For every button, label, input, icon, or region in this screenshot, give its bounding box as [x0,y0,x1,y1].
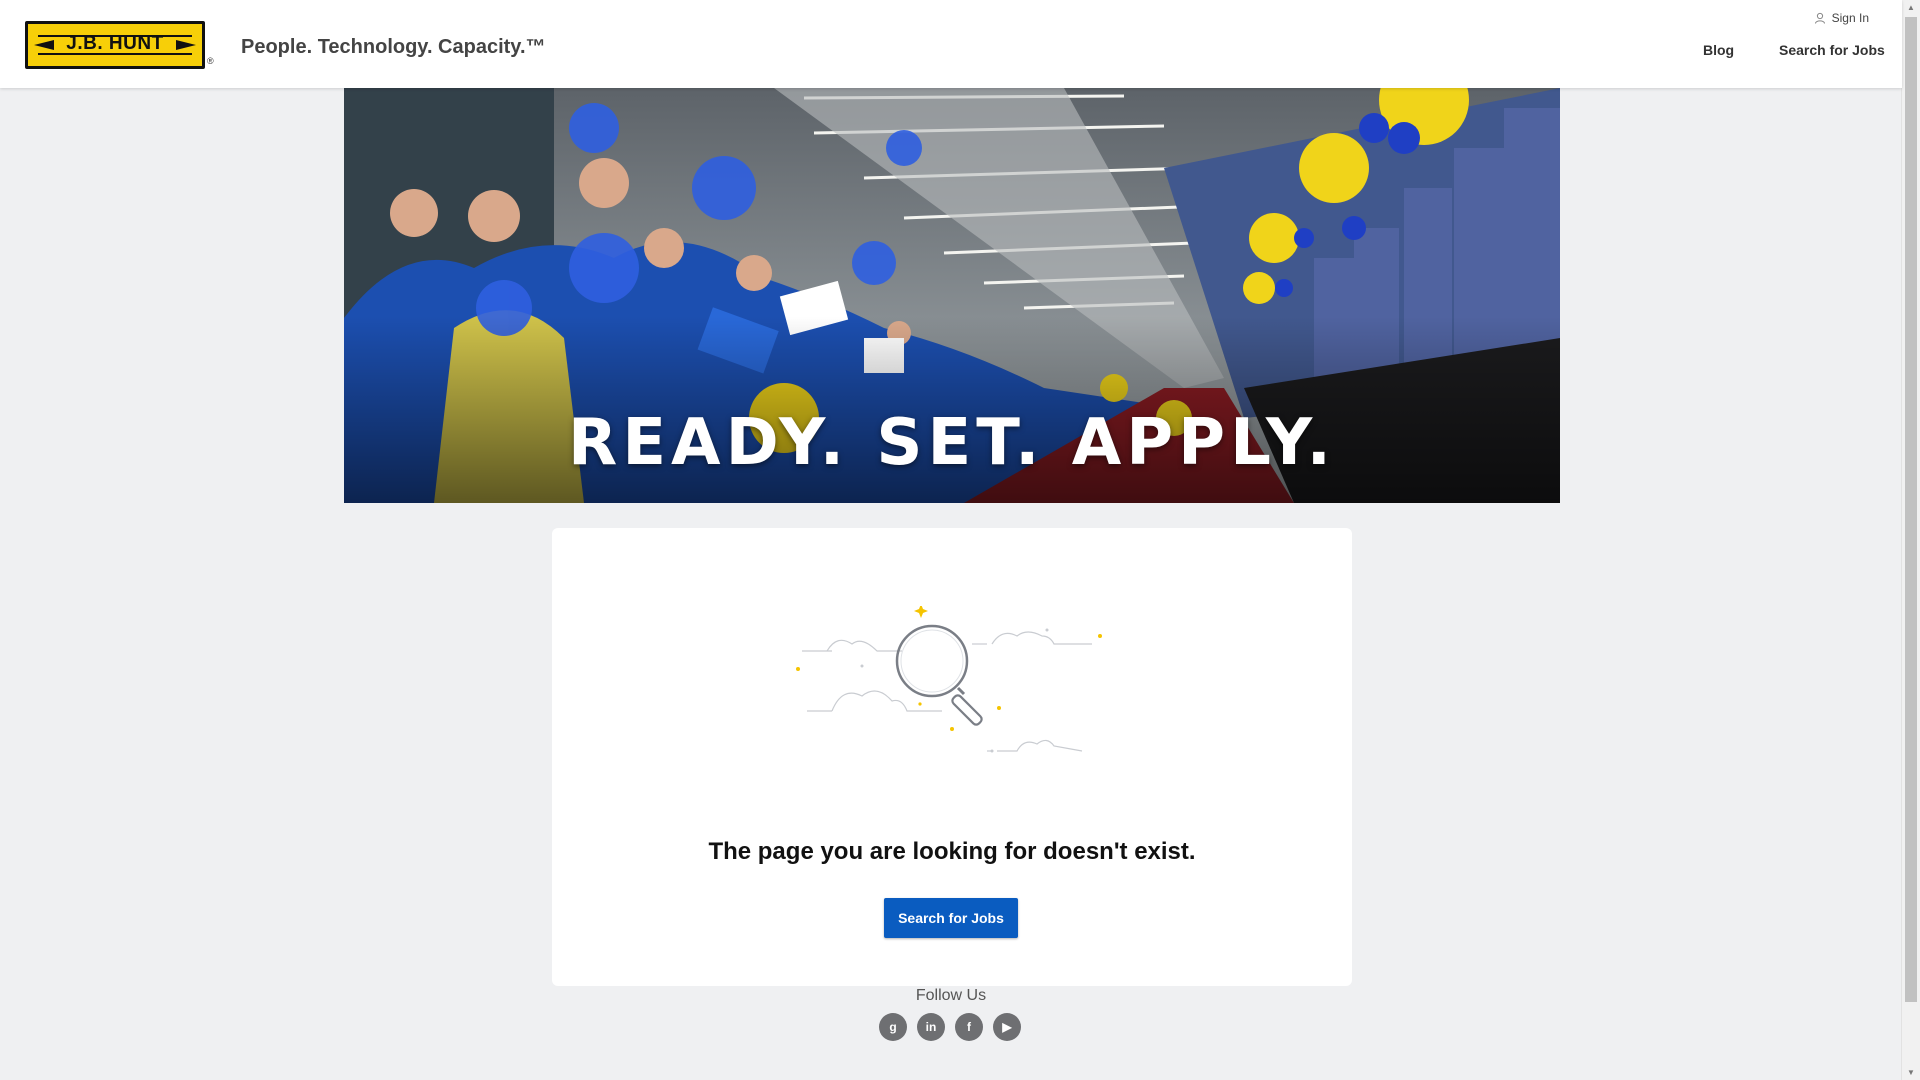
user-icon [1814,12,1825,24]
follow-us-label: Follow Us [915,987,987,1004]
hero-banner: READY. SET. APPLY. [344,88,1560,503]
magnifier-clouds-illustration [796,606,1102,753]
linkedin-icon[interactable]: in [917,1013,945,1041]
site-header: J.B. HUNT ® People. Technology. Capacity… [0,0,1902,88]
youtube-icon[interactable]: ▶ [993,1013,1021,1041]
not-found-card: The page you are looking for doesn't exi… [552,528,1352,986]
page-scrollbar[interactable]: ▲ ▼ [1901,0,1920,1080]
scroll-up-arrow-icon[interactable]: ▲ [1907,3,1915,12]
logo-text: J.B. HUNT [66,33,164,54]
sign-in-link[interactable]: Sign In [1814,11,1869,25]
social-links: g in f ▶ [879,1013,1021,1041]
sign-in-label: Sign In [1831,11,1869,25]
scroll-thumb[interactable] [1905,17,1917,1002]
hero-headline: READY. SET. APPLY. [568,406,1336,480]
jb-hunt-logo[interactable]: J.B. HUNT [25,21,205,69]
scroll-down-arrow-icon[interactable]: ▼ [1907,1068,1915,1077]
glassdoor-icon[interactable]: g [879,1013,907,1041]
tagline: People. Technology. Capacity.™ [241,36,546,58]
not-found-message: The page you are looking for doesn't exi… [708,838,1196,865]
facebook-icon[interactable]: f [955,1013,983,1041]
nav-search-jobs-link[interactable]: Search for Jobs [1779,42,1885,58]
nav-blog-link[interactable]: Blog [1703,42,1734,58]
logo-registered-mark: ® [207,56,214,66]
search-for-jobs-button[interactable]: Search for Jobs [884,898,1018,938]
